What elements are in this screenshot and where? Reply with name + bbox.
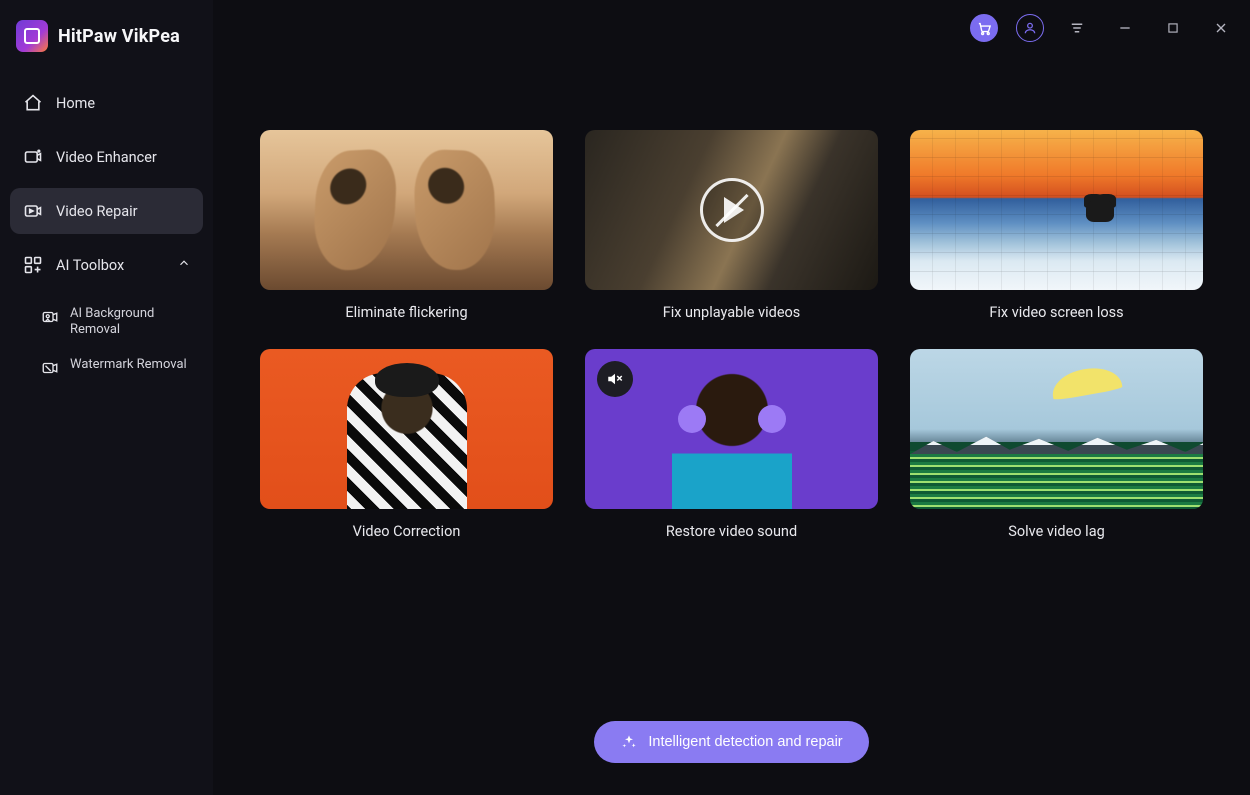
card-label: Fix unplayable videos xyxy=(663,304,801,321)
enhancer-icon xyxy=(22,146,44,168)
sidebar: HitPaw VikPea Home Video Enhancer Video … xyxy=(0,0,213,795)
mute-icon xyxy=(597,361,633,397)
card-solve-video-lag[interactable]: Solve video lag xyxy=(910,349,1203,540)
ai-toolbox-submenu: AI Background Removal Watermark Removal xyxy=(10,296,203,384)
maximize-icon xyxy=(1166,21,1180,35)
button-label: Intelligent detection and repair xyxy=(648,734,842,750)
action-bar: Intelligent detection and repair xyxy=(213,721,1250,763)
card-label: Video Correction xyxy=(353,523,461,540)
repair-icon xyxy=(22,200,44,222)
user-icon xyxy=(1023,21,1037,35)
sidebar-item-video-enhancer[interactable]: Video Enhancer xyxy=(10,134,203,180)
menu-button[interactable] xyxy=(1062,13,1092,43)
sidebar-item-ai-bg-removal[interactable]: AI Background Removal xyxy=(16,300,203,345)
minimize-button[interactable] xyxy=(1110,13,1140,43)
store-button[interactable] xyxy=(970,14,998,42)
close-button[interactable] xyxy=(1206,13,1236,43)
sidebar-item-label: AI Toolbox xyxy=(56,257,124,274)
maximize-button[interactable] xyxy=(1158,13,1188,43)
main-content: Eliminate flickering Fix unplayable vide… xyxy=(213,0,1250,795)
repair-card-grid: Eliminate flickering Fix unplayable vide… xyxy=(261,130,1202,540)
card-restore-video-sound[interactable]: Restore video sound xyxy=(585,349,878,540)
card-video-correction[interactable]: Video Correction xyxy=(260,349,553,540)
sidebar-item-watermark-removal[interactable]: Watermark Removal xyxy=(16,351,203,384)
card-thumbnail xyxy=(910,130,1203,290)
card-label: Solve video lag xyxy=(1008,523,1104,540)
chevron-up-icon xyxy=(177,256,191,274)
play-disabled-icon xyxy=(700,178,764,242)
sidebar-item-label: Home xyxy=(56,95,95,112)
card-thumbnail xyxy=(585,130,878,290)
card-fix-video-screen-loss[interactable]: Fix video screen loss xyxy=(910,130,1203,321)
sidebar-nav: Home Video Enhancer Video Repair AI Tool… xyxy=(0,80,213,384)
sidebar-item-label: Video Enhancer xyxy=(56,149,157,166)
sidebar-item-label: Watermark Removal xyxy=(70,357,187,373)
sidebar-item-home[interactable]: Home xyxy=(10,80,203,126)
card-thumbnail xyxy=(585,349,878,509)
close-icon xyxy=(1213,20,1229,36)
menu-icon xyxy=(1068,19,1086,37)
card-label: Eliminate flickering xyxy=(345,304,467,321)
account-button[interactable] xyxy=(1016,14,1044,42)
minimize-icon xyxy=(1117,20,1133,36)
toolbox-icon xyxy=(22,254,44,276)
sidebar-item-ai-toolbox[interactable]: AI Toolbox xyxy=(10,242,203,288)
card-label: Restore video sound xyxy=(666,523,797,540)
sidebar-item-label: AI Background Removal xyxy=(70,306,193,339)
card-thumbnail xyxy=(260,349,553,509)
card-thumbnail xyxy=(260,130,553,290)
card-label: Fix video screen loss xyxy=(989,304,1123,321)
card-thumbnail xyxy=(910,349,1203,509)
card-fix-unplayable-videos[interactable]: Fix unplayable videos xyxy=(585,130,878,321)
cart-icon xyxy=(977,21,992,36)
card-eliminate-flickering[interactable]: Eliminate flickering xyxy=(260,130,553,321)
bg-removal-icon xyxy=(40,307,60,327)
sidebar-item-label: Video Repair xyxy=(56,203,138,220)
watermark-removal-icon xyxy=(40,358,60,378)
home-icon xyxy=(22,92,44,114)
titlebar xyxy=(0,0,1250,56)
intelligent-repair-button[interactable]: Intelligent detection and repair xyxy=(594,721,868,763)
sidebar-item-video-repair[interactable]: Video Repair xyxy=(10,188,203,234)
sparkle-icon xyxy=(620,733,638,751)
